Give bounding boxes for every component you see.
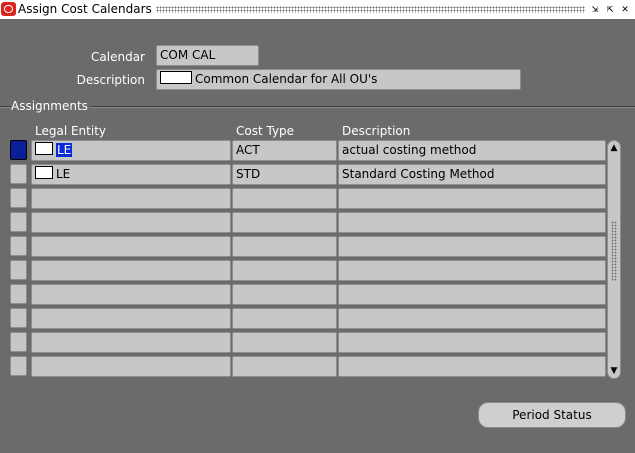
- description-value: Common Calendar for All OU's: [195, 72, 378, 86]
- cost-type-cell[interactable]: [232, 260, 337, 281]
- flexfield-icon: [35, 166, 53, 179]
- legal-entity-cell[interactable]: LE: [31, 164, 231, 185]
- description-cell[interactable]: [338, 236, 606, 257]
- cost-type-cell[interactable]: [232, 284, 337, 305]
- legal-entity-cell[interactable]: LE: [31, 140, 231, 161]
- row-selector[interactable]: [10, 140, 27, 160]
- flexfield-icon: [35, 142, 53, 155]
- cost-type-cell[interactable]: [232, 188, 337, 209]
- window-controls: ⇲ ⇱ ✕: [587, 2, 631, 16]
- window-title: Assign Cost Calendars: [18, 1, 156, 18]
- description-cell[interactable]: [338, 260, 606, 281]
- description-cell[interactable]: Standard Costing Method: [338, 164, 606, 185]
- calendar-field[interactable]: COM CAL: [156, 45, 259, 66]
- column-header-legal-entity: Legal Entity: [35, 124, 107, 138]
- description-label: Description: [76, 73, 145, 87]
- row-selector[interactable]: [10, 284, 27, 304]
- scroll-up-icon[interactable]: ▲: [609, 143, 619, 153]
- row-selector[interactable]: [10, 260, 27, 280]
- cost-type-cell[interactable]: [232, 236, 337, 257]
- description-cell[interactable]: [338, 332, 606, 353]
- legal-entity-cell[interactable]: [31, 284, 231, 305]
- row-selector[interactable]: [10, 332, 27, 352]
- minimize-icon[interactable]: ⇲: [589, 2, 601, 16]
- period-status-button[interactable]: Period Status: [478, 402, 626, 428]
- maximize-icon[interactable]: ⇱: [604, 2, 616, 16]
- legal-entity-value: LE: [56, 143, 73, 157]
- legal-entity-cell[interactable]: [31, 188, 231, 209]
- row-selector[interactable]: [10, 356, 27, 376]
- description-cell[interactable]: [338, 212, 606, 233]
- legal-entity-cell[interactable]: [31, 260, 231, 281]
- description-cell[interactable]: [338, 188, 606, 209]
- description-flexfield-icon: [160, 71, 192, 84]
- assignments-section-label: Assignments: [11, 99, 90, 113]
- legal-entity-cell[interactable]: [31, 212, 231, 233]
- row-selector[interactable]: [10, 164, 27, 184]
- description-cell[interactable]: [338, 284, 606, 305]
- row-selector[interactable]: [10, 236, 27, 256]
- column-header-cost-type: Cost Type: [236, 124, 295, 138]
- scrollbar-grip[interactable]: [611, 221, 617, 281]
- legal-entity-cell[interactable]: [31, 356, 231, 377]
- legal-entity-value: LE: [56, 167, 71, 181]
- cost-type-cell[interactable]: [232, 356, 337, 377]
- row-selector[interactable]: [10, 308, 27, 328]
- vertical-scrollbar[interactable]: ▲ ▼: [607, 140, 621, 379]
- calendar-label: Calendar: [91, 50, 145, 64]
- window-titlebar[interactable]: Assign Cost Calendars ⇲ ⇱ ✕: [0, 0, 635, 19]
- row-selector[interactable]: [10, 212, 27, 232]
- oracle-app-icon: [1, 2, 16, 16]
- legal-entity-cell[interactable]: [31, 236, 231, 257]
- description-cell[interactable]: [338, 308, 606, 329]
- titlebar-grip: [150, 6, 585, 13]
- cost-type-cell[interactable]: [232, 212, 337, 233]
- legal-entity-cell[interactable]: [31, 332, 231, 353]
- section-divider-highlight: [0, 107, 635, 108]
- scroll-down-icon[interactable]: ▼: [609, 366, 619, 376]
- description-cell[interactable]: actual costing method: [338, 140, 606, 161]
- legal-entity-cell[interactable]: [31, 308, 231, 329]
- cost-type-cell[interactable]: STD: [232, 164, 337, 185]
- description-field[interactable]: Common Calendar for All OU's: [156, 69, 521, 90]
- cost-type-cell[interactable]: [232, 332, 337, 353]
- cost-type-cell[interactable]: [232, 308, 337, 329]
- row-selector[interactable]: [10, 188, 27, 208]
- cost-type-cell[interactable]: ACT: [232, 140, 337, 161]
- column-header-description: Description: [342, 124, 411, 138]
- description-cell[interactable]: [338, 356, 606, 377]
- close-icon[interactable]: ✕: [619, 2, 631, 16]
